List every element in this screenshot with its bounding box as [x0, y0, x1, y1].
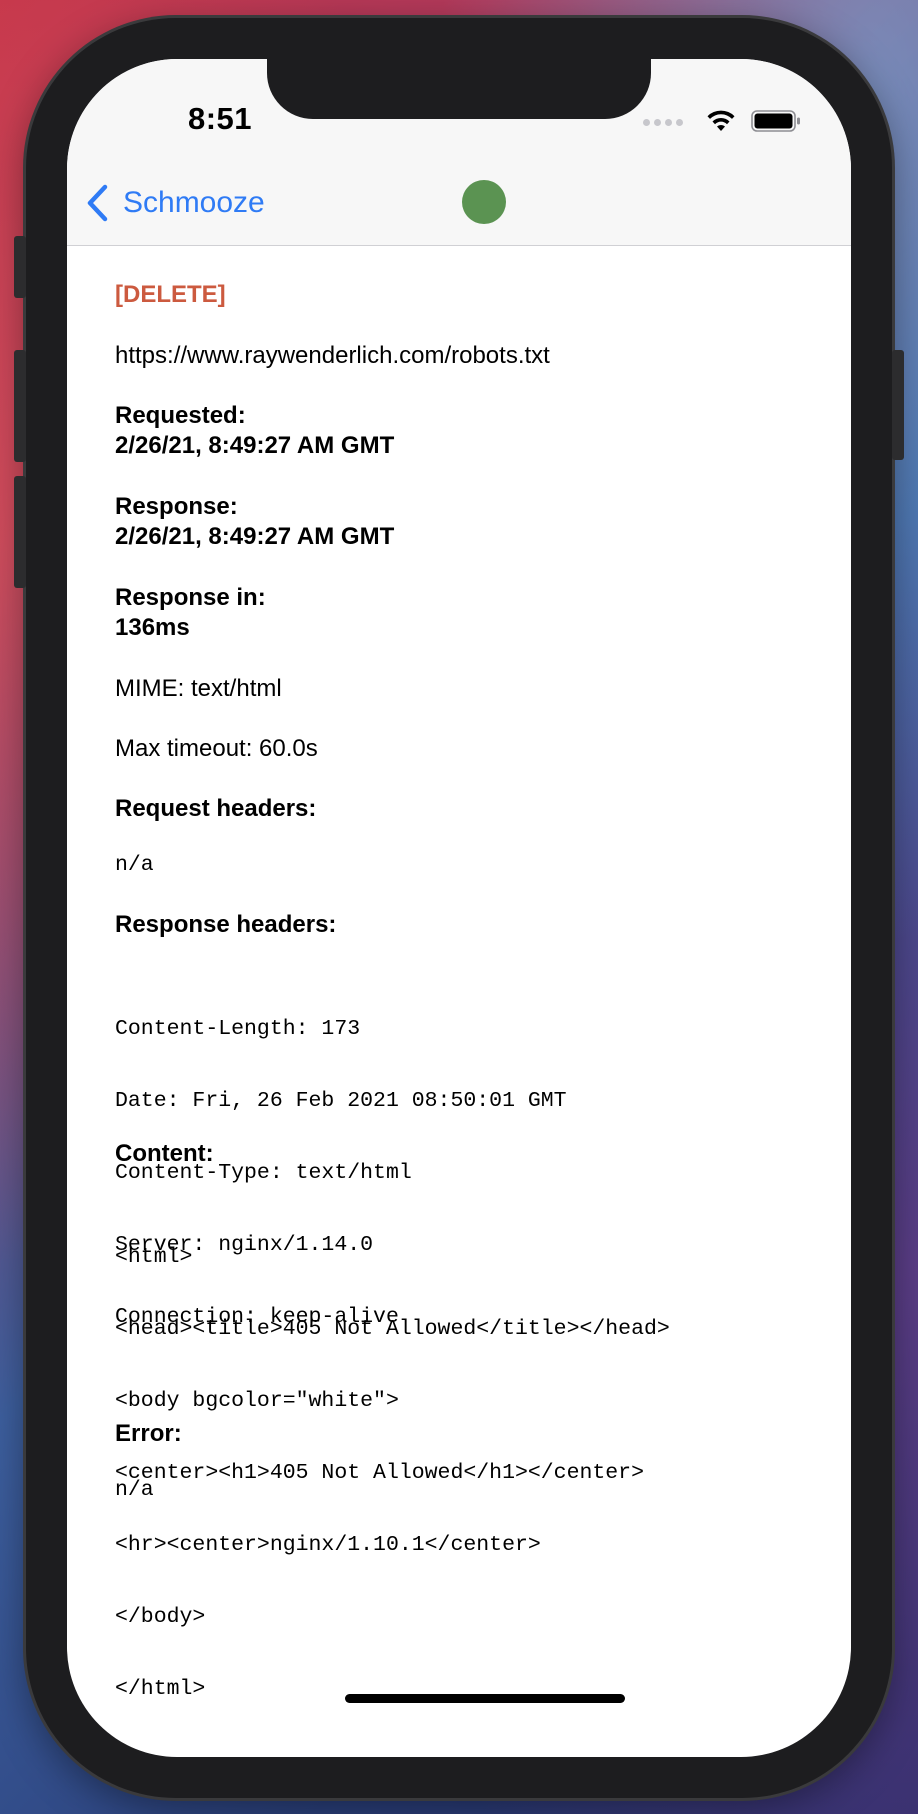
volume-up-button: [14, 350, 26, 462]
device-frame: 8:51 Schmooze [DELETE] https://www.raywe…: [14, 18, 904, 1798]
navigation-bar: Schmooze: [67, 159, 851, 246]
response-value: 2/26/21, 8:49:27 AM GMT: [115, 523, 395, 550]
back-button-label: Schmooze: [123, 186, 265, 219]
chevron-left-icon: [87, 184, 108, 222]
response-header-line: Content-Length: 173: [115, 1017, 361, 1041]
home-indicator[interactable]: [345, 1694, 625, 1703]
response-headers-label: Response headers:: [115, 911, 337, 938]
response-header-line: Date: Fri, 26 Feb 2021 08:50:01 GMT: [115, 1089, 567, 1113]
requested-label: Requested:: [115, 402, 246, 429]
power-button: [892, 350, 904, 460]
device-notch: [267, 59, 651, 119]
request-headers-value: n/a: [115, 853, 154, 877]
content-label: Content:: [115, 1140, 214, 1167]
battery-icon: [751, 110, 800, 132]
status-icons: [643, 109, 803, 133]
error-label: Error:: [115, 1420, 182, 1447]
content-body: <html> <head><title>405 Not Allowed</tit…: [115, 1197, 670, 1749]
requested-value: 2/26/21, 8:49:27 AM GMT: [115, 432, 395, 459]
content-line: <html>: [115, 1245, 193, 1269]
volume-down-button: [14, 476, 26, 588]
back-button[interactable]: Schmooze: [85, 179, 265, 227]
error-value: n/a: [115, 1478, 154, 1502]
status-indicator-dot: [462, 180, 506, 224]
device-screen: 8:51 Schmooze [DELETE] https://www.raywe…: [67, 59, 851, 1757]
content-line: </body>: [115, 1605, 206, 1629]
response-label: Response:: [115, 493, 238, 520]
content-line: <hr><center>nginx/1.10.1</center>: [115, 1533, 541, 1557]
status-time: 8:51: [187, 101, 253, 136]
response-in-label: Response in:: [115, 584, 266, 611]
mime-type: MIME: text/html: [115, 675, 282, 702]
content-line: <head><title>405 Not Allowed</title></he…: [115, 1317, 670, 1341]
request-headers-label: Request headers:: [115, 795, 317, 822]
wifi-icon: [707, 110, 735, 131]
max-timeout: Max timeout: 60.0s: [115, 735, 318, 762]
content-line: <body bgcolor="white">: [115, 1389, 399, 1413]
response-in-value: 136ms: [115, 614, 190, 641]
content-line: <center><h1>405 Not Allowed</h1></center…: [115, 1461, 644, 1485]
silent-switch: [14, 236, 26, 298]
request-url: https://www.raywenderlich.com/robots.txt: [115, 342, 550, 369]
http-method: [DELETE]: [115, 281, 226, 308]
